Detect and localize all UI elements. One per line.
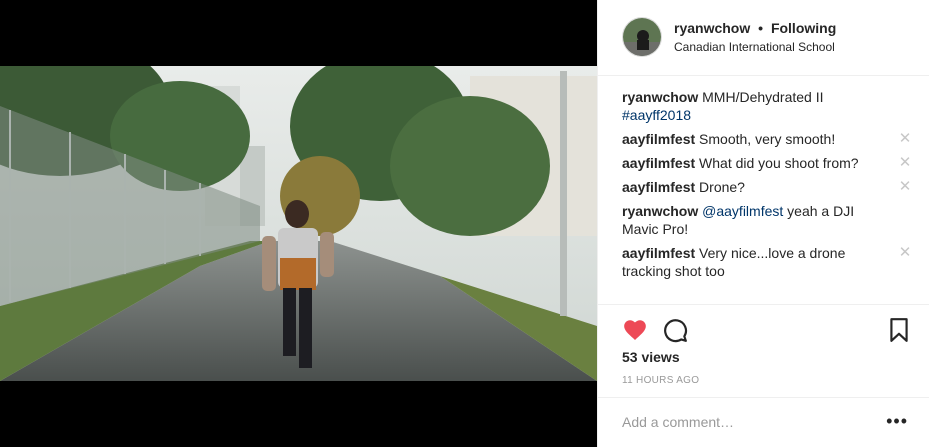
video-player[interactable] <box>0 0 597 447</box>
comment-username[interactable]: aayfilmfest <box>622 131 695 147</box>
comment-text: What did you shoot from? <box>699 155 859 171</box>
post-actions: 53 views 11 HOURS AGO <box>598 304 929 407</box>
video-frame[interactable] <box>0 66 597 381</box>
comment-item: aayfilmfest Smooth, very smooth! ✕ <box>622 130 912 148</box>
video-still <box>0 66 597 381</box>
comment-username[interactable]: ryanwchow <box>622 89 698 105</box>
post-header: ryanwchow • Following Canadian Internati… <box>598 0 929 76</box>
add-comment-bar: ••• <box>598 397 929 447</box>
mention-link[interactable]: @aayfilmfest <box>702 203 783 219</box>
comment-username[interactable]: aayfilmfest <box>622 155 695 171</box>
comment-username[interactable]: ryanwchow <box>622 203 698 219</box>
heart-icon[interactable] <box>622 317 648 343</box>
username-link[interactable]: ryanwchow <box>674 20 750 36</box>
comment-input[interactable] <box>622 411 872 433</box>
location-link[interactable]: Canadian International School <box>674 40 835 54</box>
comment-username[interactable]: aayfilmfest <box>622 179 695 195</box>
caption: ryanwchow MMH/Dehydrated II #aayff2018 <box>622 88 912 124</box>
delete-comment-icon[interactable]: ✕ <box>898 244 912 262</box>
bookmark-icon[interactable] <box>886 317 912 343</box>
post-panel: ryanwchow • Following Canadian Internati… <box>597 0 929 447</box>
hashtag-link[interactable]: #aayff2018 <box>622 107 691 123</box>
delete-comment-icon[interactable]: ✕ <box>898 130 912 148</box>
post-timestamp[interactable]: 11 HOURS AGO <box>622 375 699 386</box>
separator-dot: • <box>758 20 764 36</box>
comment-icon[interactable] <box>662 317 688 343</box>
following-button[interactable]: Following <box>771 20 836 36</box>
comment-item: aayfilmfest Very nice...love a drone tra… <box>622 244 912 280</box>
comment-item: ryanwchow @aayfilmfest yeah a DJI Mavic … <box>622 202 912 238</box>
comment-username[interactable]: aayfilmfest <box>622 245 695 261</box>
caption-text: MMH/Dehydrated II <box>702 89 824 105</box>
comment-text: Drone? <box>699 179 745 195</box>
comment-text: Smooth, very smooth! <box>699 131 836 147</box>
comments-list: ryanwchow MMH/Dehydrated II #aayff2018 a… <box>622 88 912 286</box>
comment-item: aayfilmfest What did you shoot from? ✕ <box>622 154 912 172</box>
comment-item: aayfilmfest Drone? ✕ <box>622 178 912 196</box>
action-row <box>622 317 912 343</box>
header-user-line: ryanwchow • Following <box>674 20 836 36</box>
avatar[interactable] <box>622 17 662 57</box>
views-count[interactable]: 53 views <box>622 349 680 365</box>
more-options-icon[interactable]: ••• <box>886 412 908 430</box>
delete-comment-icon[interactable]: ✕ <box>898 154 912 172</box>
delete-comment-icon[interactable]: ✕ <box>898 178 912 196</box>
